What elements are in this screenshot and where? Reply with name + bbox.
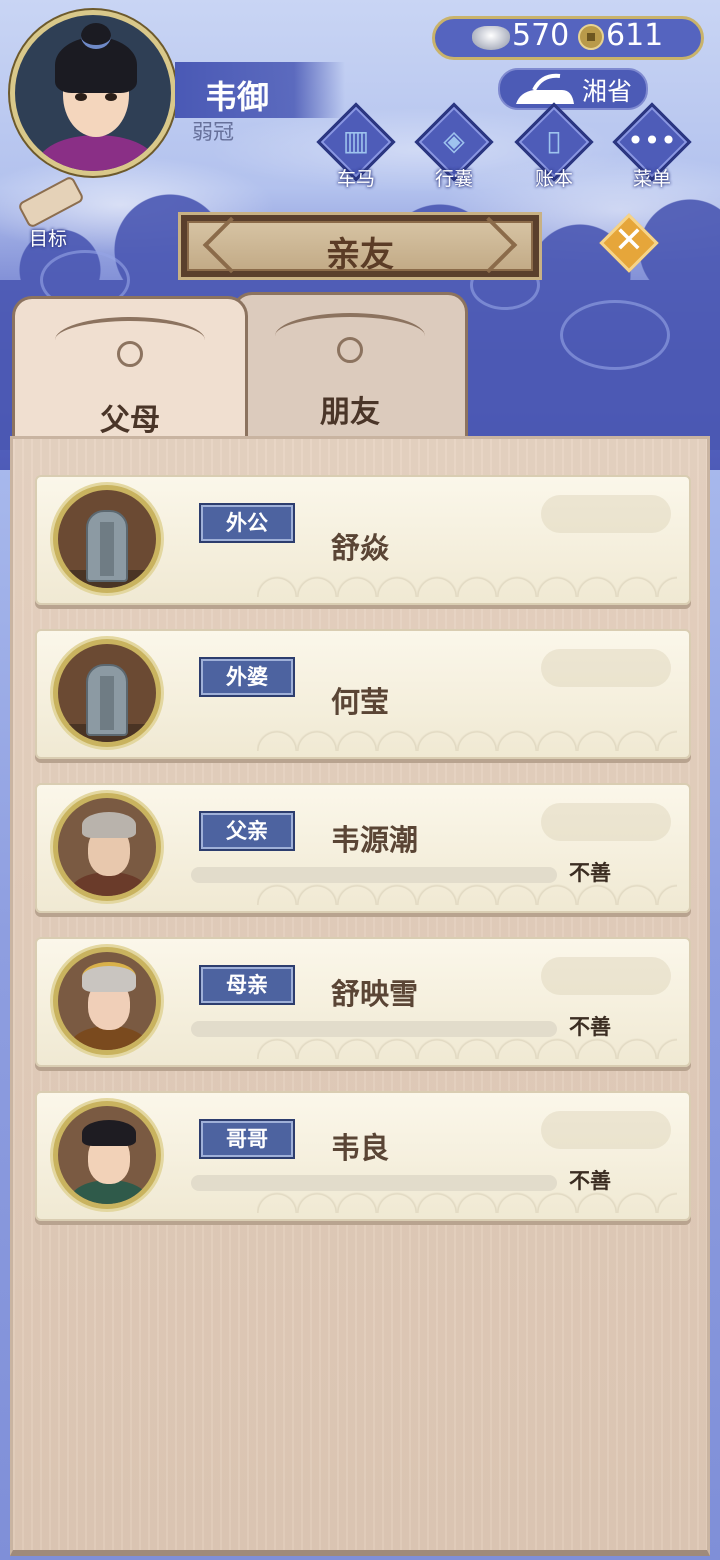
cloud-decoration [541,1111,671,1149]
region-label: 湘省 [582,77,633,106]
player-name: 韦御 [205,78,270,116]
tombstone-portrait [53,639,161,747]
close-button[interactable]: ✕ [599,213,659,273]
relation-tag: 母亲 [199,965,295,1005]
relation-tag: 外公 [199,503,295,543]
silver-amount: 570 [512,18,570,53]
bag-button[interactable]: ◈ 行囊 [414,102,494,190]
cloud-decoration [541,495,671,533]
screen-title: 亲友 [326,235,394,275]
tab-parents[interactable]: 父母 [12,296,248,456]
menu-label: 菜单 [632,168,671,190]
wave-decoration [257,717,677,751]
tombstone-icon [86,510,128,582]
cloud-crest-ornament [55,317,205,367]
tab-parents-label: 父母 [100,403,160,438]
brother-portrait [53,1101,161,1209]
goal-label: 目标 [28,228,67,250]
relative-card[interactable]: 母亲 舒映雪 不善 [35,937,691,1067]
portrait-robe [70,1180,148,1204]
menu-button[interactable]: ••• 菜单 [612,102,692,190]
affinity-status: 不善 [569,861,611,885]
mother-portrait [53,947,161,1055]
ledger-button[interactable]: ▯ 账本 [514,102,594,190]
cloud-decoration [541,803,671,841]
relation-tag: 哥哥 [199,1119,295,1159]
ledger-label: 账本 [534,168,573,190]
tombstone-icon [86,664,128,736]
carriage-label: 车马 [336,168,375,190]
portrait-robe [70,1026,148,1050]
carriage-button[interactable]: ▥ 车马 [316,102,396,190]
bag-label: 行囊 [434,168,473,190]
portrait-hair [82,1120,136,1146]
tombstone-portrait [53,485,161,593]
copper-amount: 611 [606,18,664,53]
copper-coin-icon [578,24,604,50]
affinity-bar [191,1021,557,1037]
avatar-eye [75,93,87,101]
relation-tag: 父亲 [199,811,295,851]
iron-icon [516,73,574,104]
wave-decoration [257,563,677,597]
screen-title-plaque: 亲友 [178,212,542,280]
tab-friends-label: 朋友 [320,395,380,430]
father-portrait [53,793,161,901]
avatar-robe [37,135,157,171]
ledger-icon: ▯ [546,124,562,157]
carriage-icon: ▥ [342,124,370,157]
portrait-hair [82,812,136,838]
affinity-status: 不善 [569,1169,611,1193]
avatar-eye [105,93,117,101]
relatives-panel: 外公 舒焱 外婆 何莹 父亲 韦源潮 不善 母亲 舒映雪 不善 哥哥 韦良 不善 [10,436,710,1556]
bag-icon: ◈ [443,124,465,157]
relative-name: 韦源潮 [331,823,419,857]
goal-button[interactable]: 目标 [8,175,88,250]
cloud-swirl [560,300,670,370]
tab-friends[interactable]: 朋友 [232,292,468,442]
relative-name: 舒映雪 [331,977,419,1011]
cloud-decoration [541,649,671,687]
relative-card[interactable]: 外公 舒焱 [35,475,691,605]
affinity-status: 不善 [569,1015,611,1039]
portrait-robe [70,872,148,896]
affinity-bar [191,1175,557,1191]
affinity-bar [191,867,557,883]
close-icon: ✕ [613,220,645,261]
avatar-hair-bun [81,23,111,49]
more-dots-icon: ••• [627,124,677,157]
relative-name: 韦良 [331,1131,390,1165]
cloud-crest-ornament [275,313,425,363]
silver-ingot-icon [472,26,510,50]
relative-card[interactable]: 父亲 韦源潮 不善 [35,783,691,913]
relative-card[interactable]: 外婆 何莹 [35,629,691,759]
relative-name: 舒焱 [331,531,390,565]
relative-card[interactable]: 哥哥 韦良 不善 [35,1091,691,1221]
portrait-hair [82,962,136,992]
cloud-decoration [541,957,671,995]
player-age-title: 弱冠 [192,120,234,144]
player-avatar[interactable] [10,10,176,176]
relative-name: 何莹 [331,685,390,719]
relation-tag: 外婆 [199,657,295,697]
